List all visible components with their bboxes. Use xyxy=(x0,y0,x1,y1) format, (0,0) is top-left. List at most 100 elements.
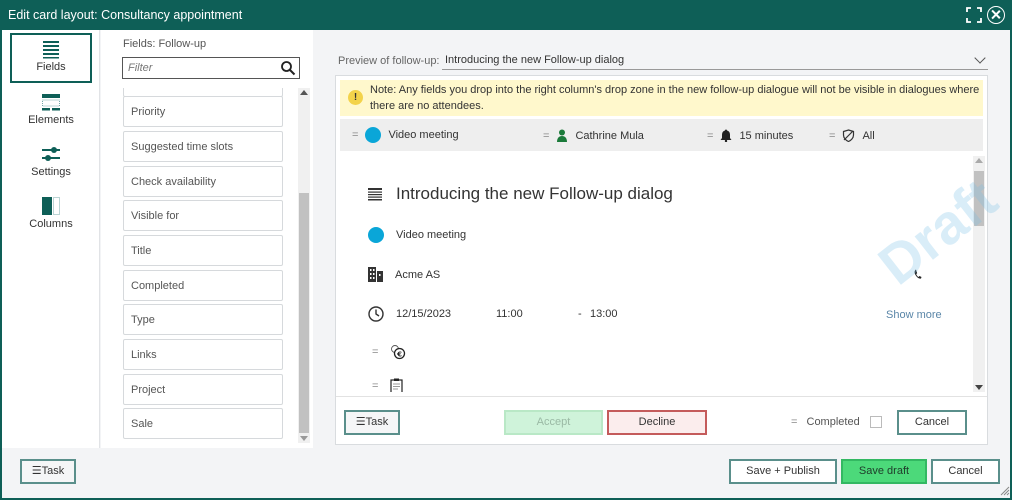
window-title: Edit card layout: Consultancy appointmen… xyxy=(8,8,243,22)
person-icon xyxy=(556,129,568,142)
company-row: Acme AS xyxy=(368,267,440,282)
accept-button[interactable]: Accept xyxy=(504,410,603,435)
field-item[interactable]: Links xyxy=(123,339,283,370)
field-item[interactable]: Check availability xyxy=(123,166,283,197)
preview-select[interactable]: Introducing the new Follow-up dialog xyxy=(442,52,988,70)
header-visibility[interactable]: = All xyxy=(829,129,875,142)
euro-coin-icon: € xyxy=(390,344,406,360)
settings-sliders-icon xyxy=(41,144,61,164)
field-item[interactable]: Priority xyxy=(123,96,283,127)
field-item[interactable]: Suggested time slots xyxy=(123,131,283,162)
fields-icon xyxy=(41,39,61,59)
field-item[interactable]: Type xyxy=(123,304,283,335)
scrollbar-thumb[interactable] xyxy=(299,193,309,433)
titlebar: Edit card layout: Consultancy appointmen… xyxy=(2,0,1012,30)
preview-scrollbar[interactable] xyxy=(973,156,985,392)
scroll-up-icon[interactable] xyxy=(975,158,983,163)
clipboard-icon xyxy=(390,378,404,392)
search-icon[interactable] xyxy=(280,60,296,76)
preview-selected-value: Introducing the new Follow-up dialog xyxy=(445,54,625,66)
columns-icon xyxy=(41,196,61,216)
title-row: Introducing the new Follow-up dialog xyxy=(368,184,673,204)
follow-up-title: Introducing the new Follow-up dialog xyxy=(396,184,673,203)
fields-scrollbar[interactable] xyxy=(298,88,310,443)
save-draft-button[interactable]: Save draft xyxy=(841,459,927,484)
nav-item-label: Columns xyxy=(29,218,73,230)
header-reminder[interactable]: = 15 minutes xyxy=(707,129,793,142)
left-nav: Fields Elements Settings Columns xyxy=(2,30,100,448)
drag-handle-icon[interactable]: = xyxy=(543,130,549,142)
bottom-task-button[interactable]: ☰Task xyxy=(20,459,76,484)
clock-icon xyxy=(368,306,384,322)
start-time: 11:00 xyxy=(496,308,523,320)
scroll-up-icon[interactable] xyxy=(300,90,308,95)
elements-icon xyxy=(41,92,61,112)
title-lines-icon xyxy=(368,187,382,201)
svg-text:€: € xyxy=(397,350,403,358)
resize-grip-icon[interactable] xyxy=(998,484,1010,496)
drag-handle-icon[interactable]: = xyxy=(372,346,378,358)
drag-handle-icon[interactable]: = xyxy=(829,130,835,142)
shield-icon xyxy=(842,129,855,142)
warning-icon: ! xyxy=(348,90,363,105)
show-more-link[interactable]: Show more xyxy=(886,309,942,321)
drag-handle-icon[interactable]: = xyxy=(372,380,378,392)
drag-handle-icon[interactable]: = xyxy=(791,416,797,428)
header-strip: = Video meeting = Cathrine Mula = 15 min… xyxy=(340,119,983,151)
building-icon xyxy=(368,267,383,282)
video-meeting-icon xyxy=(368,227,384,243)
completed-field: = Completed xyxy=(791,416,882,429)
completed-checkbox[interactable] xyxy=(869,416,882,429)
header-owner[interactable]: = Cathrine Mula xyxy=(543,129,644,142)
menu-icon: ☰ xyxy=(31,465,42,477)
fields-panel: Fields: Follow-up Filter Priority Sugges… xyxy=(101,30,313,448)
nav-item-settings[interactable]: Settings xyxy=(10,140,92,190)
nav-item-label: Settings xyxy=(31,166,71,178)
preview-content: Introducing the new Follow-up dialog Vid… xyxy=(340,156,973,392)
fields-panel-label: Fields: Follow-up xyxy=(123,38,207,50)
date-row: 12/15/2023 11:00 - 13:00 xyxy=(368,306,618,322)
phone-icon[interactable] xyxy=(914,269,922,279)
scrollbar-thumb[interactable] xyxy=(974,171,984,226)
menu-icon: ☰ xyxy=(355,416,366,428)
nav-item-columns[interactable]: Columns xyxy=(10,192,92,242)
note-text: Note: Any fields you drop into the right… xyxy=(370,84,980,112)
field-item[interactable]: Project xyxy=(123,374,283,405)
drag-handle-icon[interactable]: = xyxy=(707,130,713,142)
nav-item-label: Elements xyxy=(28,114,74,126)
field-item[interactable]: Sale xyxy=(123,408,283,439)
end-time: 13:00 xyxy=(590,308,618,320)
edit-card-layout-dialog: Edit card layout: Consultancy appointmen… xyxy=(0,0,1012,500)
time-separator: - xyxy=(578,308,582,320)
bell-icon xyxy=(720,129,732,142)
attendees-note: ! Note: Any fields you drop into the rig… xyxy=(340,80,983,116)
close-icon[interactable] xyxy=(987,6,1005,24)
chevron-down-icon xyxy=(974,52,986,64)
field-item[interactable]: Title xyxy=(123,235,283,266)
nav-item-elements[interactable]: Elements xyxy=(10,88,92,138)
preview-box: ! Note: Any fields you drop into the rig… xyxy=(335,75,1008,445)
divider xyxy=(336,396,987,397)
nav-item-label: Fields xyxy=(36,61,66,73)
drag-handle-icon[interactable]: = xyxy=(352,129,358,141)
field-list: Priority Suggested time slots Check avai… xyxy=(123,88,283,443)
save-publish-button[interactable]: Save + Publish xyxy=(729,459,837,484)
price-row: = € xyxy=(372,344,406,360)
decline-button[interactable]: Decline xyxy=(607,410,707,435)
filter-placeholder: Filter xyxy=(128,62,153,74)
date-value: 12/15/2023 xyxy=(396,308,452,320)
field-item[interactable]: Visible for xyxy=(123,200,283,231)
nav-item-fields[interactable]: Fields xyxy=(10,33,92,83)
header-type[interactable]: = Video meeting xyxy=(352,127,459,143)
preview-task-button[interactable]: ☰Task xyxy=(344,410,400,435)
type-row: Video meeting xyxy=(368,227,466,243)
preview-cancel-button[interactable]: Cancel xyxy=(897,410,967,435)
scroll-down-icon[interactable] xyxy=(975,385,983,390)
field-item[interactable]: Completed xyxy=(123,270,283,301)
maximize-icon[interactable] xyxy=(966,7,982,23)
video-meeting-icon xyxy=(365,127,382,143)
filter-input[interactable]: Filter xyxy=(122,57,300,79)
cancel-button[interactable]: Cancel xyxy=(931,459,1000,484)
scroll-down-icon[interactable] xyxy=(300,436,308,441)
document-row: = xyxy=(372,378,404,392)
